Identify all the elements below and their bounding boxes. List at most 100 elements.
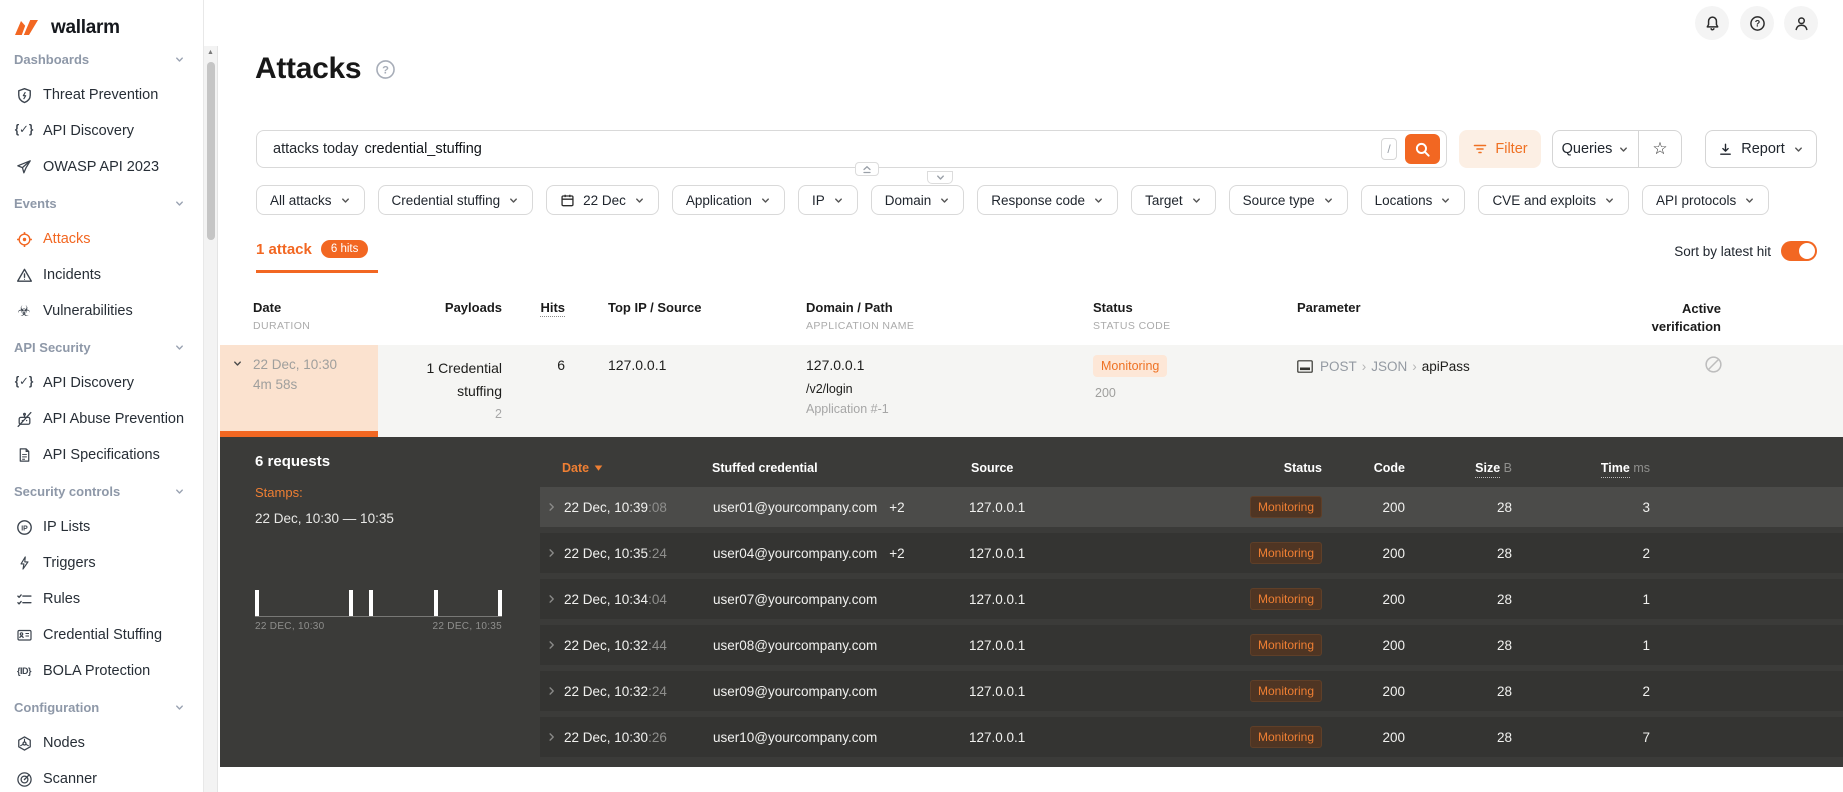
sidebar-item[interactable]: Scanner [0,761,203,792]
chevron-down-icon [174,54,185,65]
column-date: Date DURATION [253,300,311,332]
requests-column-date[interactable]: Date [540,461,705,475]
search-collapse-handle[interactable] [855,162,879,176]
request-row[interactable]: 22 Dec, 10:32:44 user08@yourcompany.com … [540,625,1843,665]
sidebar-item[interactable]: {ID} BOLA Protection [0,653,203,689]
download-icon [1718,142,1733,157]
filter-label: Filter [1495,141,1528,157]
request-row[interactable]: 22 Dec, 10:35:24 user04@yourcompany.com +… [540,533,1843,573]
request-code: 200 [1382,683,1405,699]
scrollbar-up-arrow[interactable]: ▲ [207,49,214,56]
attacks-count-tab[interactable]: 1 attack 6 hits [256,240,369,258]
requests-column-size[interactable]: Size B [1413,461,1520,478]
filter-chip[interactable]: Target [1131,185,1216,215]
request-extra-count: +2 [889,499,905,515]
sidebar-item[interactable]: ☣ Vulnerabilities [0,293,203,329]
chevron-down-icon [1744,195,1755,206]
filter-chip[interactable]: Credential stuffing [377,185,534,215]
sidebar-item[interactable]: API Abuse Prevention [0,401,203,437]
vertical-scrollbar[interactable]: ▲ [204,46,218,792]
wallarm-logo-icon [13,16,43,40]
attack-date-cell[interactable]: 22 Dec, 10:30 4m 58s [220,345,378,437]
favorite-star-button[interactable]: ☆ [1639,131,1681,167]
sidebar-item[interactable]: Configuration [0,689,203,725]
sidebar-item-label: API Specifications [43,447,160,463]
sidebar-item[interactable]: Security controls [0,473,203,509]
scrollbar-thumb[interactable] [207,62,215,240]
help-circle-icon[interactable]: ? [1740,6,1774,40]
requests-summary: 6 requests Stamps: 22 Dec, 10:30 — 10:35… [220,437,540,767]
report-button[interactable]: Report [1705,130,1817,168]
page-help-icon[interactable]: ? [375,59,396,80]
chevron-down-icon [174,486,185,497]
filter-chip[interactable]: All attacks [256,185,365,215]
sidebar-item-label: Threat Prevention [43,87,159,103]
request-time: 7 [1642,729,1650,745]
verification-disabled-icon[interactable] [1704,355,1723,374]
request-row[interactable]: 22 Dec, 10:34:04 user07@yourcompany.com … [540,579,1843,619]
sidebar-item[interactable]: Rules [0,581,203,617]
request-status-badge: Monitoring [1249,634,1322,656]
search-input[interactable]: attacks today credential_stuffing / [256,130,1447,168]
sidebar-item[interactable]: Events [0,185,203,221]
filter-chip[interactable]: Locations [1360,185,1466,215]
attack-status-cell: Monitoring 200 [1080,345,1285,437]
stamp-tick [434,590,438,616]
request-row[interactable]: 22 Dec, 10:32:24 user09@yourcompany.com … [540,671,1843,711]
requests-column-time[interactable]: Time ms [1520,461,1658,478]
column-domain-path: Domain / Path APPLICATION NAME [806,300,915,332]
column-hits[interactable]: Hits [512,300,575,336]
filter-chip[interactable]: Domain [870,185,965,215]
sidebar-item[interactable]: Triggers [0,545,203,581]
sidebar-item-label: Scanner [43,771,98,787]
filter-chip[interactable]: IP [797,185,858,215]
chevron-down-icon [1440,195,1451,206]
sidebar-item[interactable]: OWASP API 2023 [0,149,203,185]
svg-text:?: ? [382,64,389,76]
sidebar-item[interactable]: Credential Stuffing [0,617,203,653]
column-top-ip: Top IP / Source [608,300,702,315]
sidebar-item[interactable]: Threat Prevention [0,77,203,113]
filters-expand-handle[interactable] [927,171,953,184]
slash-shortcut-hint: / [1381,138,1397,160]
sidebar-item[interactable]: Dashboards [0,41,203,77]
sidebar-item[interactable]: Incidents [0,257,203,293]
chevron-down-icon [760,195,771,206]
queries-label: Queries [1561,141,1613,157]
filter-chip[interactable]: 22 Dec [546,185,659,215]
column-status: Status STATUS CODE [1093,300,1171,332]
sidebar-item[interactable]: Nodes [0,725,203,761]
filter-chip[interactable]: CVE and exploits [1478,185,1629,215]
filter-chip[interactable]: Application [671,185,785,215]
requests-table-header: Date Stuffed credential Source Status Co… [540,457,1843,479]
user-account-icon[interactable] [1784,6,1818,40]
brand-logo[interactable]: wallarm [0,0,203,44]
sidebar-item[interactable]: API Specifications [0,437,203,473]
sidebar-item[interactable]: {✓} API Discovery [0,113,203,149]
attack-top-ip-cell[interactable]: 127.0.0.1 [575,345,795,437]
filter-chip[interactable]: API protocols [1642,185,1770,215]
search-button[interactable] [1405,134,1440,164]
notifications-bell-icon[interactable] [1695,6,1729,40]
sort-by-latest-hit-toggle[interactable] [1781,241,1817,261]
attack-row[interactable]: 22 Dec, 10:30 4m 58s 1 Credential stuffi… [220,345,1843,437]
stamps-link[interactable]: Stamps: [255,485,303,500]
search-icon [1414,141,1431,158]
request-row[interactable]: 22 Dec, 10:39:08 user01@yourcompany.com +… [540,487,1843,527]
sidebar-item-icon: ☣ [17,302,31,320]
sidebar-item[interactable]: IP IP Lists [0,509,203,545]
filter-chip[interactable]: Response code [977,185,1119,215]
chevron-right-icon [546,686,557,697]
histogram-end-label: 22 DEC, 10:35 [432,621,502,632]
queries-button[interactable]: Queries [1553,131,1639,167]
filter-chip[interactable]: Source type [1228,185,1348,215]
sidebar-item[interactable]: Attacks [0,221,203,257]
filter-chip-label: Source type [1242,192,1315,208]
sidebar-item[interactable]: API Security [0,329,203,365]
request-row[interactable]: 22 Dec, 10:30:26 user10@yourcompany.com … [540,717,1843,757]
sidebar-item-label: Incidents [43,267,102,283]
sidebar-item[interactable]: {✓} API Discovery [0,365,203,401]
chevron-down-icon [174,342,185,353]
chevron-down-icon [174,702,185,713]
filter-button[interactable]: Filter [1459,130,1541,168]
